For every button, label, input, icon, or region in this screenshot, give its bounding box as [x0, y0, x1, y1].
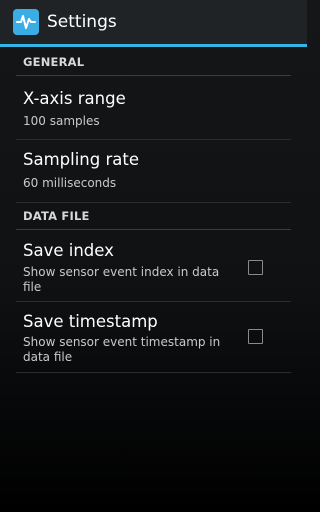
section-header-data-file: DATA FILE: [16, 209, 291, 230]
pref-title: X-axis range: [23, 89, 126, 108]
pref-save-timestamp[interactable]: Save timestamp Show sensor event timesta…: [16, 302, 291, 373]
waveform-icon: [16, 15, 36, 29]
pref-summary: 60 milliseconds: [23, 176, 117, 190]
pref-title: Save timestamp: [23, 312, 158, 331]
pref-title: Save index: [23, 241, 114, 260]
section-header-label: GENERAL: [23, 55, 85, 69]
pref-sampling-rate[interactable]: Sampling rate 60 milliseconds: [16, 140, 291, 203]
save-index-checkbox[interactable]: [248, 260, 263, 275]
pref-summary: Show sensor event timestamp in data file: [23, 335, 221, 364]
pref-summary: 100 samples: [23, 114, 100, 128]
waveform-app-icon[interactable]: [13, 9, 39, 35]
page-title: Settings: [47, 12, 117, 32]
action-bar: Settings: [0, 0, 307, 44]
pref-save-index[interactable]: Save index Show sensor event index in da…: [16, 231, 291, 302]
pref-title: Sampling rate: [23, 150, 139, 169]
section-header-label: DATA FILE: [23, 209, 90, 223]
pref-x-axis-range[interactable]: X-axis range 100 samples: [16, 77, 291, 140]
section-header-general: GENERAL: [16, 55, 291, 76]
pref-summary: Show sensor event index in data file: [23, 265, 220, 294]
action-bar-divider: [0, 44, 307, 47]
save-timestamp-checkbox[interactable]: [248, 329, 263, 344]
